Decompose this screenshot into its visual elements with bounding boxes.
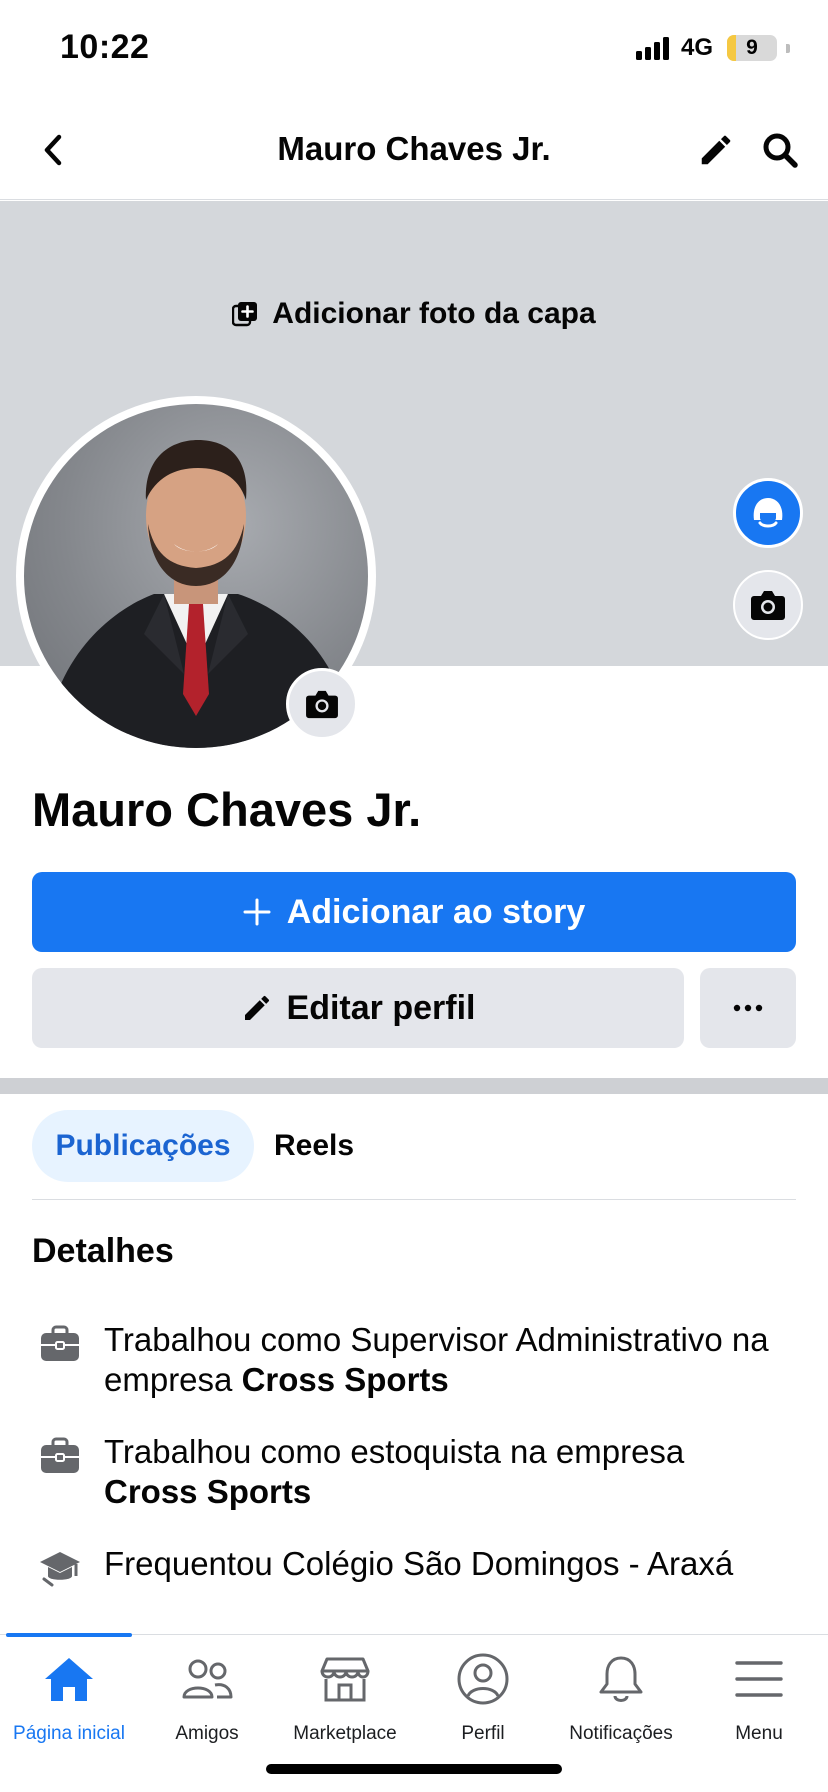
cover-camera-button[interactable] — [733, 570, 803, 640]
details-heading: Detalhes — [32, 1232, 174, 1270]
battery-icon: 9 — [727, 35, 777, 61]
detail-text: Frequentou Colégio São Domingos - Araxá — [104, 1545, 734, 1582]
nav-friends[interactable]: Amigos — [138, 1651, 276, 1745]
detail-item: Trabalhou como Supervisor Administrativo… — [32, 1320, 802, 1400]
marketplace-icon — [315, 1651, 375, 1707]
search-button[interactable] — [754, 124, 806, 176]
graduation-cap-icon — [32, 1540, 88, 1596]
camera-icon — [306, 690, 338, 719]
nav-profile-label: Perfil — [461, 1723, 505, 1744]
profile-name: Mauro Chaves Jr. — [32, 783, 422, 836]
status-time: 10:22 — [60, 28, 150, 66]
battery-tip — [786, 43, 790, 53]
pencil-icon — [701, 135, 731, 165]
active-tab-indicator — [6, 1633, 132, 1637]
detail-text-company[interactable]: Cross Sports — [104, 1473, 311, 1510]
briefcase-icon — [32, 1316, 88, 1372]
signal-icon — [635, 36, 669, 60]
profile-camera-button[interactable] — [286, 668, 358, 740]
network-label: 4G — [680, 34, 713, 61]
nav-notifications[interactable]: Notificações — [552, 1651, 690, 1745]
detail-text: Trabalhou como Supervisor Administrativo… — [104, 1320, 802, 1400]
home-icon — [39, 1651, 99, 1707]
battery-percent: 9 — [746, 36, 758, 59]
status-bar: 10:22 4G 9 — [0, 0, 828, 100]
nav-marketplace-label: Marketplace — [293, 1723, 397, 1744]
nav-home[interactable]: Página inicial — [0, 1651, 138, 1745]
nav-profile[interactable]: Perfil — [414, 1651, 552, 1745]
tab-reels[interactable]: Reels — [254, 1110, 374, 1182]
friends-icon — [177, 1651, 237, 1707]
edit-profile-button[interactable]: Editar perfil — [32, 968, 684, 1048]
add-cover-label: Adicionar foto da capa — [272, 297, 596, 330]
tab-publicacoes[interactable]: Publicações — [32, 1110, 254, 1182]
detail-text-company[interactable]: Cross Sports — [242, 1361, 449, 1398]
profile-icon — [453, 1651, 513, 1707]
profile-header: Mauro Chaves Jr. — [0, 100, 828, 200]
avatar-button[interactable] — [733, 478, 803, 548]
nav-home-label: Página inicial — [13, 1723, 125, 1744]
nav-notifications-label: Notificações — [569, 1723, 673, 1744]
bell-icon — [591, 1651, 651, 1707]
detail-text-main: Trabalhou como estoquista na empresa — [104, 1433, 685, 1470]
search-icon — [763, 133, 798, 168]
edit-profile-label: Editar perfil — [286, 988, 476, 1027]
nav-friends-label: Amigos — [175, 1723, 239, 1744]
nav-marketplace[interactable]: Marketplace — [276, 1651, 414, 1745]
more-options-button[interactable] — [700, 968, 796, 1048]
status-indicators: 4G 9 — [635, 34, 790, 62]
detail-text: Trabalhou como estoquista na empresa Cro… — [104, 1432, 684, 1512]
more-dots-icon — [733, 1004, 763, 1012]
add-cover-photo-button[interactable]: Adicionar foto da capa — [0, 297, 828, 331]
nav-menu-label: Menu — [735, 1723, 783, 1744]
profile-tabs: Publicações Reels — [32, 1110, 796, 1200]
pencil-icon — [244, 995, 269, 1020]
add-to-story-label: Adicionar ao story — [286, 892, 586, 931]
detail-item: Trabalhou como estoquista na empresa Cro… — [32, 1432, 802, 1512]
add-to-story-button[interactable]: Adicionar ao story — [32, 872, 796, 952]
avatar-face-icon — [753, 498, 783, 528]
briefcase-icon — [32, 1428, 88, 1484]
edit-button[interactable] — [690, 124, 742, 176]
detail-item: Frequentou Colégio São Domingos - Araxá — [32, 1544, 802, 1596]
add-photo-icon — [232, 302, 258, 327]
menu-icon — [729, 1651, 789, 1707]
home-indicator — [266, 1764, 562, 1774]
camera-icon — [751, 591, 785, 620]
section-divider — [0, 1078, 828, 1094]
plus-icon — [243, 898, 271, 926]
nav-menu[interactable]: Menu — [690, 1651, 828, 1745]
